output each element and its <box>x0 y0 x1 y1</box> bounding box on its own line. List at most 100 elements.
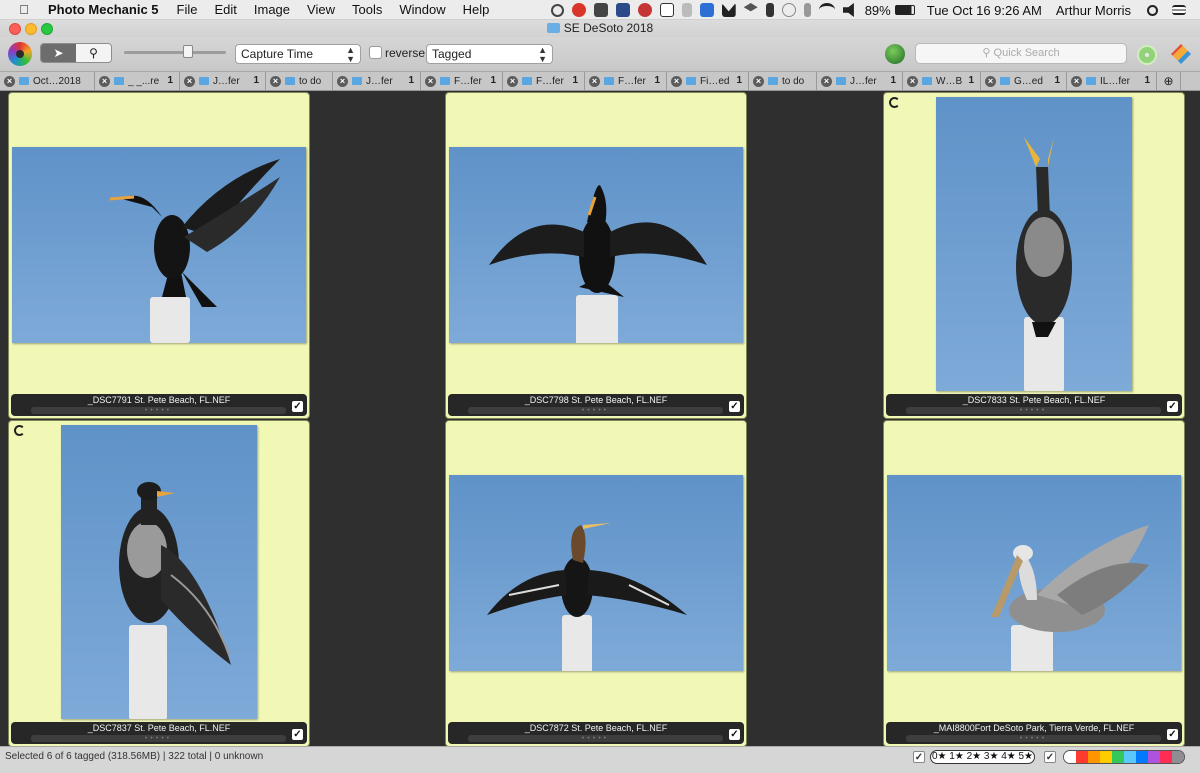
photo-cell[interactable]: _DSC7833 St. Pete Beach, FL.NEF ••••• ✓ <box>883 92 1185 419</box>
contact-sheet-tab[interactable]: × Fi…ed 1 <box>667 72 749 90</box>
clipboard-icon[interactable] <box>659 3 674 17</box>
app-icon[interactable] <box>699 3 714 17</box>
photo-cell[interactable]: _DSC7837 St. Pete Beach, FL.NEF ••••• ✓ <box>8 420 310 747</box>
close-tab-icon[interactable]: × <box>425 75 436 87</box>
tag-checkbox[interactable]: ✓ <box>729 729 740 740</box>
app-menu[interactable]: Photo Mechanic 5 <box>48 2 159 17</box>
contact-sheet-tab[interactable]: × F…fer 1 <box>585 72 667 90</box>
menu-view[interactable]: View <box>307 2 335 17</box>
close-tab-icon[interactable]: × <box>507 75 518 87</box>
photo-thumbnail[interactable] <box>12 147 306 343</box>
creative-cloud-icon[interactable] <box>550 3 564 17</box>
menu-image[interactable]: Image <box>254 2 290 17</box>
photo-thumbnail[interactable] <box>936 97 1132 392</box>
add-tab-icon[interactable]: ⊕ <box>1157 72 1181 90</box>
menu-help[interactable]: Help <box>463 2 490 17</box>
reverse-label[interactable]: reverse <box>385 46 425 60</box>
photo-cell[interactable]: _MAI8800Fort DeSoto Park, Tierra Verde, … <box>883 420 1185 747</box>
sort-order-select[interactable]: Capture Time ▲ ▼ <box>235 44 361 64</box>
close-tab-icon[interactable]: × <box>907 75 918 87</box>
star-rating-control[interactable]: ••••• <box>31 735 286 742</box>
photo-thumbnail[interactable] <box>449 475 743 673</box>
contact-sheet-tab[interactable]: × F…fer 1 <box>503 72 585 90</box>
close-tab-icon[interactable]: × <box>337 75 348 87</box>
close-tab-icon[interactable]: × <box>184 75 195 87</box>
close-tab-icon[interactable]: × <box>270 75 281 87</box>
star-rating-control[interactable]: ••••• <box>906 407 1161 414</box>
usb-icon[interactable] <box>765 3 774 17</box>
color-class-swatch[interactable] <box>1124 751 1136 763</box>
contact-sheet-tab[interactable]: × to do <box>749 72 817 90</box>
tag-checkbox[interactable]: ✓ <box>292 729 303 740</box>
quick-search-input[interactable]: ⚲ Quick Search <box>915 43 1127 64</box>
burn-disc-icon[interactable] <box>1137 45 1157 65</box>
contact-sheet-tab[interactable]: × W…B 1 <box>903 72 981 90</box>
close-tab-icon[interactable]: × <box>99 75 110 87</box>
contact-sheet-tab[interactable]: × IL…fer 1 <box>1067 72 1157 90</box>
sync-icon[interactable] <box>637 3 652 17</box>
lock-icon[interactable] <box>681 3 692 17</box>
contact-sheet-tab[interactable]: × J…fer 1 <box>333 72 421 90</box>
contact-sheet-tab[interactable]: × G…ed 1 <box>981 72 1067 90</box>
photo-cell[interactable]: _DSC7872 St. Pete Beach, FL.NEF ••••• ✓ <box>445 420 747 747</box>
close-tab-icon[interactable]: × <box>1071 75 1082 87</box>
tag-checkbox[interactable]: ✓ <box>729 401 740 412</box>
photo-thumbnail[interactable] <box>887 475 1181 673</box>
photo-stack-icon[interactable] <box>1171 44 1191 64</box>
color-class-swatch[interactable] <box>1100 751 1112 763</box>
slider-knob[interactable] <box>183 45 193 58</box>
contact-sheet-tab[interactable]: × to do <box>266 72 333 90</box>
photo-thumbnail[interactable] <box>449 147 743 345</box>
shield-icon[interactable] <box>593 3 608 17</box>
filter-select[interactable]: Tagged ▲ ▼ <box>426 44 553 64</box>
spotlight-search-icon[interactable] <box>1147 4 1158 16</box>
star-rating-control[interactable]: ••••• <box>906 735 1161 742</box>
star-rating-filter[interactable]: 0★ 1★ 2★ 3★ 4★ 5★ <box>930 750 1035 764</box>
globe-icon[interactable] <box>885 44 905 64</box>
menu-tools[interactable]: Tools <box>352 2 382 17</box>
menu-edit[interactable]: Edit <box>214 2 236 17</box>
time-machine-icon[interactable] <box>781 3 796 17</box>
rotate-icon[interactable] <box>14 425 25 436</box>
app-logo-icon[interactable] <box>8 42 32 66</box>
battery-icon[interactable] <box>894 5 915 15</box>
pointer-tool-button[interactable]: ➤ <box>41 44 76 62</box>
color-class-swatch[interactable] <box>1112 751 1124 763</box>
tag-checkbox[interactable]: ✓ <box>1167 401 1178 412</box>
color-filter-checkbox[interactable]: ✓ <box>1044 751 1056 763</box>
clock[interactable]: Tue Oct 16 9:26 AM <box>927 3 1042 18</box>
color-class-swatch[interactable] <box>1064 751 1076 763</box>
thumbnail-size-slider[interactable] <box>124 51 226 54</box>
contact-sheet-tab[interactable]: × F…fer 1 <box>421 72 503 90</box>
photo-thumbnail[interactable] <box>61 425 257 720</box>
tag-checkbox[interactable]: ✓ <box>1167 729 1178 740</box>
photo-cell[interactable]: _DSC7791 St. Pete Beach, FL.NEF ••••• ✓ <box>8 92 310 419</box>
tag-checkbox[interactable]: ✓ <box>292 401 303 412</box>
star-rating-control[interactable]: ••••• <box>468 735 723 742</box>
contact-sheet-tab[interactable]: × Oct…2018 <box>0 72 95 90</box>
bluetooth-icon[interactable] <box>803 3 811 17</box>
color-class-filter[interactable] <box>1063 750 1185 764</box>
contact-sheet-tab[interactable]: × J…fer 1 <box>180 72 266 90</box>
star-rating-control[interactable]: ••••• <box>468 407 723 414</box>
color-class-swatch[interactable] <box>1088 751 1100 763</box>
user-name[interactable]: Arthur Morris <box>1056 3 1131 18</box>
contacts-icon[interactable] <box>615 3 630 17</box>
close-tab-icon[interactable]: × <box>985 75 996 87</box>
close-tab-icon[interactable]: × <box>753 75 764 87</box>
contact-sheet-tab[interactable]: × _ _...re 1 <box>95 72 180 90</box>
color-class-swatch[interactable] <box>1160 751 1172 763</box>
close-tab-icon[interactable]: × <box>671 75 682 87</box>
tag-filter-checkbox[interactable]: ✓ <box>913 751 925 763</box>
battery-percent[interactable]: 89% <box>865 3 891 18</box>
reverse-checkbox[interactable] <box>369 46 382 59</box>
close-tab-icon[interactable]: × <box>589 75 600 87</box>
menu-file[interactable]: File <box>177 2 198 17</box>
rotate-icon[interactable] <box>889 97 900 108</box>
menu-window[interactable]: Window <box>399 2 445 17</box>
close-tab-icon[interactable]: × <box>4 75 15 87</box>
apple-menu-icon[interactable]:  <box>14 2 34 17</box>
color-class-swatch[interactable] <box>1076 751 1088 763</box>
magnifier-tool-button[interactable]: ⚲ <box>76 44 111 62</box>
star-rating-control[interactable]: ••••• <box>31 407 286 414</box>
